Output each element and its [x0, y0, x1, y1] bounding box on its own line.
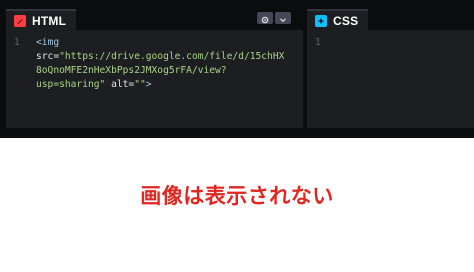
css-line-numbers: 1: [315, 36, 329, 50]
code-alt-value: "": [134, 79, 146, 90]
gear-icon: [261, 9, 269, 28]
chevron-down-icon: [279, 9, 287, 28]
html-pane-header: HTML: [6, 0, 303, 30]
code-attr-src: src: [36, 51, 54, 62]
html-editor-pane: HTML 1 <img src="https://drive.google.co…: [6, 0, 303, 128]
css-code-area[interactable]: 1: [307, 30, 474, 128]
html-code-area[interactable]: 1 <img src="https://drive.google.com/fil…: [6, 30, 303, 128]
code-src-value: usp=sharing": [36, 79, 106, 90]
css-star-icon: [315, 14, 327, 27]
line-number: 1: [14, 37, 20, 48]
tab-css-label: CSS: [333, 13, 359, 28]
css-pane-header: CSS: [307, 0, 474, 30]
html-pen-icon: [14, 14, 26, 27]
code-line: 8oQnoMFE2nHeXbPps2JMXog5rFA/view?: [36, 64, 297, 78]
css-editor-pane: CSS 1: [307, 0, 474, 128]
line-number: 1: [315, 37, 321, 48]
image-not-displayed-notice: 画像は表示されない: [140, 184, 334, 208]
settings-button[interactable]: [257, 12, 273, 24]
tab-css[interactable]: CSS: [307, 9, 369, 30]
html-line-numbers: 1: [14, 36, 28, 50]
code-src-value: "https://drive.google.com/file/d/15chHX: [59, 51, 285, 62]
editor-area: HTML 1 <img src="https://drive.google.co…: [0, 0, 474, 138]
tab-html-label: HTML: [32, 13, 67, 28]
code-line: src="https://drive.google.com/file/d/15c…: [36, 50, 297, 64]
code-src-value: 8oQnoMFE2nHeXbPps2JMXog5rFA/view?: [36, 65, 227, 76]
html-pane-controls: [257, 12, 291, 24]
code-tag-close: >: [145, 79, 152, 90]
tab-html[interactable]: HTML: [6, 9, 77, 30]
code-attr-alt: alt: [111, 79, 129, 90]
collapse-button[interactable]: [275, 12, 291, 24]
code-line: <img: [36, 36, 297, 50]
code-tag-open: <img: [36, 37, 60, 48]
code-line: usp=sharing" alt="">: [36, 78, 297, 92]
html-code: <img src="https://drive.google.com/file/…: [36, 36, 297, 92]
